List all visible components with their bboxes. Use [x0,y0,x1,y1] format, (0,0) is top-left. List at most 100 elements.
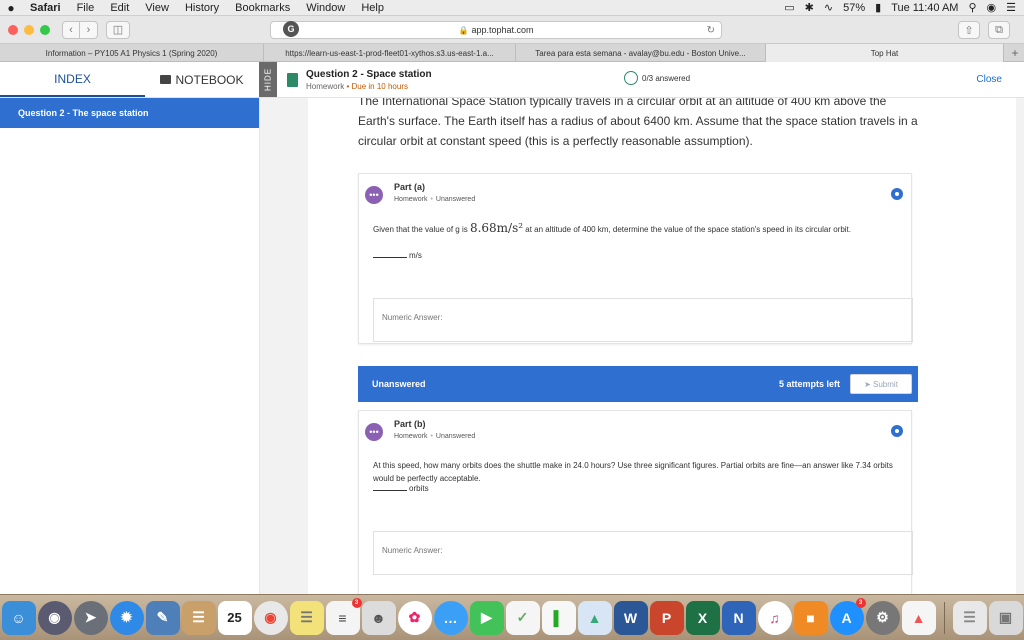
url-text: app.tophat.com [471,25,534,35]
maps-icon[interactable]: ✓ [505,600,540,635]
notes-stack-icon[interactable]: ☰ [181,600,216,635]
keynote-icon[interactable]: ▲ [577,600,612,635]
menu-safari[interactable]: Safari [22,2,69,14]
address-bar[interactable]: 🔒 app.tophat.com ↻ [270,21,722,39]
submit-button[interactable]: ➤ Submit [850,374,912,394]
battery-icon[interactable]: ▮ [875,1,881,14]
app-store-icon[interactable]: A3 [829,597,866,635]
progress-ring-icon [624,71,638,85]
contacts-icon[interactable]: ☻ [361,600,396,635]
sidebar-toggle-button[interactable]: ◫ [106,20,130,39]
itunes-icon[interactable]: ♫ [757,600,792,635]
question-sidebar: Question 2 - The space station [0,98,260,594]
sidebar-item-space-station[interactable]: Question 2 - The space station [0,98,259,128]
new-tab-icon[interactable]: + [1006,44,1024,61]
question-info: Question 2 - Space station Homework • Du… [277,62,617,97]
notes-icon[interactable]: ☰ [289,600,324,635]
menu-file[interactable]: File [69,2,103,14]
tabs-overview-button[interactable]: ⧉ [988,21,1010,39]
facetime-icon[interactable]: ▶ [469,600,504,635]
reload-icon[interactable]: ↻ [707,25,715,36]
minimize-window-button[interactable] [24,24,34,35]
part-a-unit: m/s [409,251,422,260]
part-a-text-after: at an altitude of 400 km, determine the … [523,225,851,234]
onenote-icon[interactable]: N [721,600,756,635]
word-icon[interactable]: W [613,600,648,635]
close-button[interactable]: Close [976,74,1002,85]
wifi-icon[interactable]: ∿ [824,1,833,14]
menu-bookmarks[interactable]: Bookmarks [227,2,298,14]
question-content[interactable]: The International Space Station typicall… [308,98,1016,594]
tab-pdf[interactable]: https://learn-us-east-1-prod-fleet01-xyt… [264,44,516,62]
bluetooth-icon[interactable]: ✱ [805,1,814,14]
dock-separator [943,601,945,634]
clock[interactable]: Tue 11:40 AM [891,2,958,14]
part-b-answer-input[interactable] [382,546,902,555]
gift-app-icon[interactable]: ▲ [901,600,936,635]
discussion-bubble-icon[interactable]: ••• [365,423,383,441]
discussion-bubble-icon[interactable]: ••• [365,186,383,204]
battery-percent[interactable]: 57% [843,2,865,14]
excel-icon[interactable]: X [685,600,720,635]
question-stem: The International Space Station typicall… [358,98,918,151]
apple-icon[interactable]: ● [0,1,22,15]
menu-view[interactable]: View [137,2,177,14]
preview-icon[interactable]: ✎ [145,600,180,635]
notification-center-icon[interactable]: ☰ [1006,1,1016,14]
books-icon[interactable]: ■ [793,600,828,635]
tab-information[interactable]: Information – PY105 A1 Physics 1 (Spring… [0,44,264,62]
zoom-window-button[interactable] [40,24,50,35]
chrome-icon[interactable]: ◉ [253,600,288,635]
spotlight-icon[interactable]: ⚲ [968,1,976,14]
messages-icon[interactable]: … [433,600,468,635]
display-icon[interactable]: ▭ [784,1,794,14]
hide-button[interactable]: HIDE [259,62,277,97]
trash-icon[interactable]: ▣ [988,600,1023,635]
part-b-title: Part (b) [394,419,426,429]
finder-icon[interactable]: ☺ [1,600,36,635]
safari-icon[interactable]: ✹ [109,600,144,635]
part-b-card: ••• Part (b) Homework • Unanswered At this… [358,410,913,594]
powerpoint-icon[interactable]: P [649,600,684,635]
stem-line-2: Earth's surface. The Earth itself has a … [358,114,918,128]
question-type: Homework [306,81,345,91]
photos-icon[interactable]: ✿ [397,600,432,635]
numbers-icon[interactable]: ▌ [541,600,576,635]
menu-history[interactable]: History [177,2,227,14]
document-icon [287,72,298,87]
part-b-settings-icon[interactable] [891,425,903,437]
notebook-label: NOTEBOOK [175,72,244,87]
launchpad-icon[interactable]: ➤ [73,600,108,635]
part-b-answer-box[interactable] [373,531,913,575]
part-a-answer-box[interactable] [373,298,913,342]
due-label: Due in 10 hours [351,81,408,91]
answered-progress: 0/3 answered [624,71,690,85]
tab-notebook[interactable]: NOTEBOOK [145,62,259,97]
google-extension-icon[interactable]: G [283,21,299,37]
part-a-settings-icon[interactable] [891,188,903,200]
siri-icon[interactable]: ◉ [987,1,997,14]
share-button[interactable]: ⇧ [958,21,980,39]
menu-window[interactable]: Window [298,2,353,14]
menu-help[interactable]: Help [353,2,392,14]
safari-toolbar: ‹ › ◫ 🔒 app.tophat.com ↻ ⇧ ⧉ [0,16,1024,44]
part-b-question: At this speed, how many orbits does the … [373,461,893,483]
system-preferences-icon[interactable]: ⚙ [865,600,900,635]
part-a-answer-input[interactable] [382,313,902,322]
stem-line-1: The International Space Station typicall… [358,98,887,108]
menu-edit[interactable]: Edit [102,2,137,14]
back-button[interactable]: ‹ [62,20,80,39]
close-window-button[interactable] [8,24,18,35]
tab-index[interactable]: INDEX [0,62,145,97]
downloads-stack-icon[interactable]: ☰ [952,600,987,635]
tab-email[interactable]: Tarea para esta semana - avalay@bu.edu -… [516,44,766,62]
answered-count: 0/3 answered [642,73,691,83]
blank-line [373,490,407,491]
part-a-question: Given that the value of g is 8.68m/s² at… [373,222,903,236]
tab-top-hat[interactable]: Top Hat [766,44,1004,62]
siri-dock-icon[interactable]: ◉ [37,600,72,635]
calendar-icon[interactable]: 25 [217,600,252,635]
reminders-icon[interactable]: ≡ 3 [325,597,362,635]
forward-button[interactable]: › [80,20,98,39]
stem-line-3: circular orbit at constant speed (this i… [358,134,753,148]
